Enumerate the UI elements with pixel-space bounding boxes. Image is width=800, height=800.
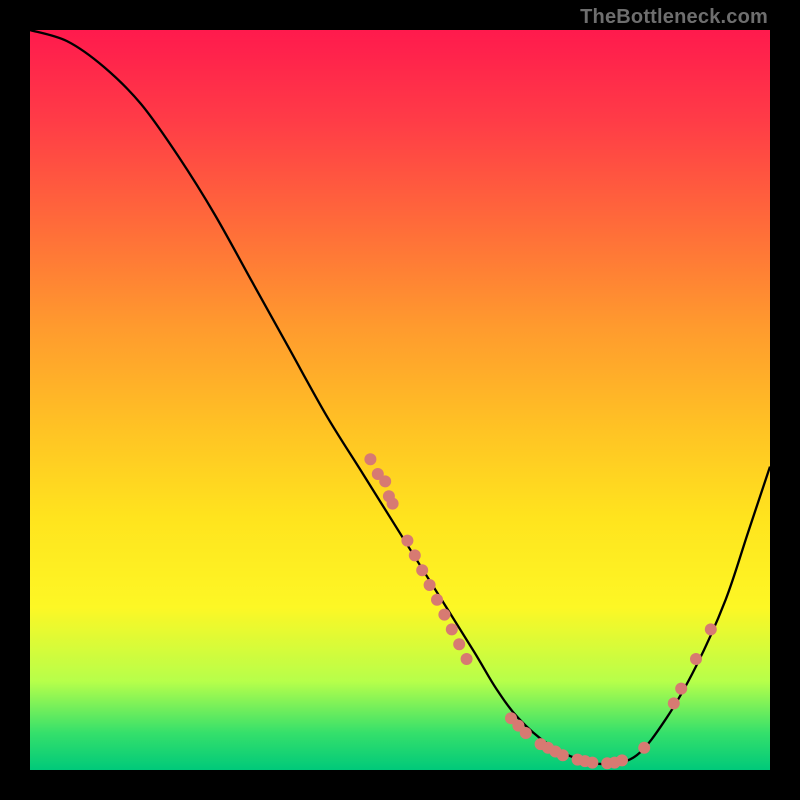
- bottleneck-curve: [30, 30, 770, 764]
- data-point: [446, 623, 458, 635]
- data-point: [416, 564, 428, 576]
- data-point: [505, 712, 517, 724]
- data-point: [401, 535, 413, 547]
- data-point: [586, 757, 598, 769]
- plot-area: [30, 30, 770, 770]
- data-point: [705, 623, 717, 635]
- data-point: [438, 609, 450, 621]
- data-point: [383, 490, 395, 502]
- data-point: [579, 755, 591, 767]
- data-point: [364, 453, 376, 465]
- data-point: [387, 498, 399, 510]
- data-point: [409, 549, 421, 561]
- data-point: [616, 754, 628, 766]
- data-point: [512, 720, 524, 732]
- data-point: [572, 754, 584, 766]
- chart-container: TheBottleneck.com: [0, 0, 800, 800]
- data-point: [431, 594, 443, 606]
- data-point: [542, 742, 554, 754]
- data-point: [557, 749, 569, 761]
- data-point: [601, 757, 613, 769]
- data-point: [535, 738, 547, 750]
- data-point: [668, 697, 680, 709]
- data-point: [424, 579, 436, 591]
- data-point: [453, 638, 465, 650]
- watermark-text: TheBottleneck.com: [580, 6, 768, 29]
- data-point: [675, 683, 687, 695]
- data-point: [690, 653, 702, 665]
- data-point: [549, 746, 561, 758]
- data-point: [461, 653, 473, 665]
- data-points: [364, 453, 716, 769]
- data-point: [520, 727, 532, 739]
- data-point: [379, 475, 391, 487]
- chart-svg: [30, 30, 770, 770]
- data-point: [638, 742, 650, 754]
- data-point: [372, 468, 384, 480]
- data-point: [609, 757, 621, 769]
